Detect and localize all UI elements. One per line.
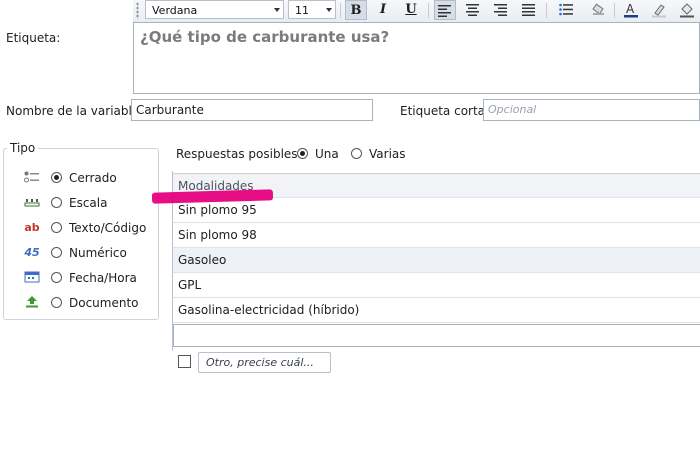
tipo-escala-label[interactable]: Escala [69, 196, 107, 210]
list-item[interactable]: Sin plomo 95 [173, 198, 700, 223]
new-modalidad-input[interactable] [173, 324, 700, 347]
short-label-input[interactable]: Opcional [483, 99, 700, 121]
toolbar-grip[interactable] [136, 2, 139, 19]
short-label-label: Etiqueta corta: [400, 104, 490, 118]
font-color-icon: A [624, 2, 638, 18]
align-justify-icon [522, 4, 535, 16]
align-center-icon [466, 4, 479, 16]
list-item-label: Sin plomo 95 [178, 203, 257, 217]
underline-button[interactable]: U [400, 0, 422, 20]
list-item-label: Sin plomo 98 [178, 228, 257, 242]
align-center-button[interactable] [462, 0, 484, 20]
font-size-value: 11 [295, 4, 309, 17]
tipo-numerico-label[interactable]: Numérico [69, 246, 127, 260]
italic-icon: I [379, 2, 387, 17]
tipo-numerico-radio[interactable] [51, 247, 62, 258]
tipo-cerrado-label[interactable]: Cerrado [69, 171, 117, 185]
toolbar-separator [546, 3, 547, 18]
variable-name-label: Nombre de la variable: [6, 104, 144, 118]
bullet-list-button[interactable] [555, 0, 577, 20]
list-item[interactable]: Sin plomo 98 [173, 223, 700, 248]
highlight-button[interactable] [648, 0, 670, 20]
clear-format-button[interactable] [587, 0, 609, 20]
question-text: ¿Qué tipo de carburante usa? [140, 28, 390, 46]
align-right-button[interactable] [490, 0, 512, 20]
toolbar-separator [614, 3, 615, 18]
tipo-fecha-radio[interactable] [51, 272, 62, 283]
tipo-escala-radio[interactable] [51, 197, 62, 208]
font-name-combo[interactable]: Verdana [145, 0, 284, 19]
tipo-group-title: Tipo [7, 141, 39, 155]
tipo-texto-radio[interactable] [51, 222, 62, 233]
list-item-label: Gasoleo [178, 253, 227, 267]
font-size-combo[interactable]: 11 [288, 0, 336, 19]
chevron-down-icon [274, 8, 280, 12]
svg-text:A: A [626, 2, 635, 16]
respuestas-una-radio[interactable] [297, 148, 308, 159]
list-item[interactable]: Gasoleo [173, 248, 700, 273]
italic-button[interactable]: I [372, 0, 394, 20]
toolbar-separator [340, 3, 341, 18]
respuestas-label: Respuestas posibles: [176, 147, 302, 161]
closed-list-icon [23, 171, 41, 185]
chevron-down-icon [326, 8, 332, 12]
eraser-icon [592, 3, 604, 15]
text-type-icon: ab [24, 221, 40, 234]
respuestas-una-label[interactable]: Una [315, 147, 339, 161]
question-label: Etiqueta: [6, 31, 61, 45]
bold-button[interactable]: B [345, 0, 367, 20]
tipo-cerrado-radio[interactable] [51, 172, 62, 183]
numeric-type-icon: 45 [24, 246, 40, 259]
align-right-icon [494, 4, 507, 16]
highlighter-icon [652, 4, 666, 18]
respuestas-varias-label[interactable]: Varias [369, 147, 406, 161]
underline-icon: U [405, 2, 417, 17]
tipo-fecha-label[interactable]: Fecha/Hora [69, 271, 137, 285]
tipo-documento-label[interactable]: Documento [69, 296, 139, 310]
toolbar-separator [428, 3, 429, 18]
paint-bucket-icon [680, 3, 694, 18]
fill-color-button[interactable] [676, 0, 698, 20]
tipo-documento-radio[interactable] [51, 297, 62, 308]
short-label-placeholder: Opcional [488, 103, 537, 116]
align-left-button[interactable] [434, 0, 456, 20]
bold-icon: B [350, 3, 362, 18]
tipo-texto-label[interactable]: Texto/Código [69, 221, 146, 235]
variable-name-value: Carburante [136, 103, 204, 117]
align-justify-button[interactable] [518, 0, 540, 20]
otro-checkbox[interactable] [178, 355, 191, 368]
list-item[interactable]: Gasolina-electricidad (híbrido) [173, 298, 700, 323]
otro-button[interactable]: Otro, precise cuál... [198, 352, 331, 373]
scale-icon [23, 196, 41, 210]
calendar-icon [23, 271, 41, 285]
upload-document-icon [23, 295, 41, 309]
variable-name-input[interactable]: Carburante [131, 99, 373, 121]
bullet-list-icon [559, 3, 573, 16]
align-left-icon [438, 5, 451, 17]
question-text-editor[interactable]: ¿Qué tipo de carburante usa? [133, 22, 700, 94]
font-name-value: Verdana [152, 4, 198, 17]
font-color-button[interactable]: A [620, 0, 642, 20]
list-item-label: Gasolina-electricidad (híbrido) [178, 303, 360, 317]
otro-label: Otro, precise cuál... [206, 356, 314, 369]
list-item[interactable]: GPL [173, 273, 700, 298]
respuestas-varias-radio[interactable] [351, 148, 362, 159]
list-item-label: GPL [178, 278, 202, 292]
